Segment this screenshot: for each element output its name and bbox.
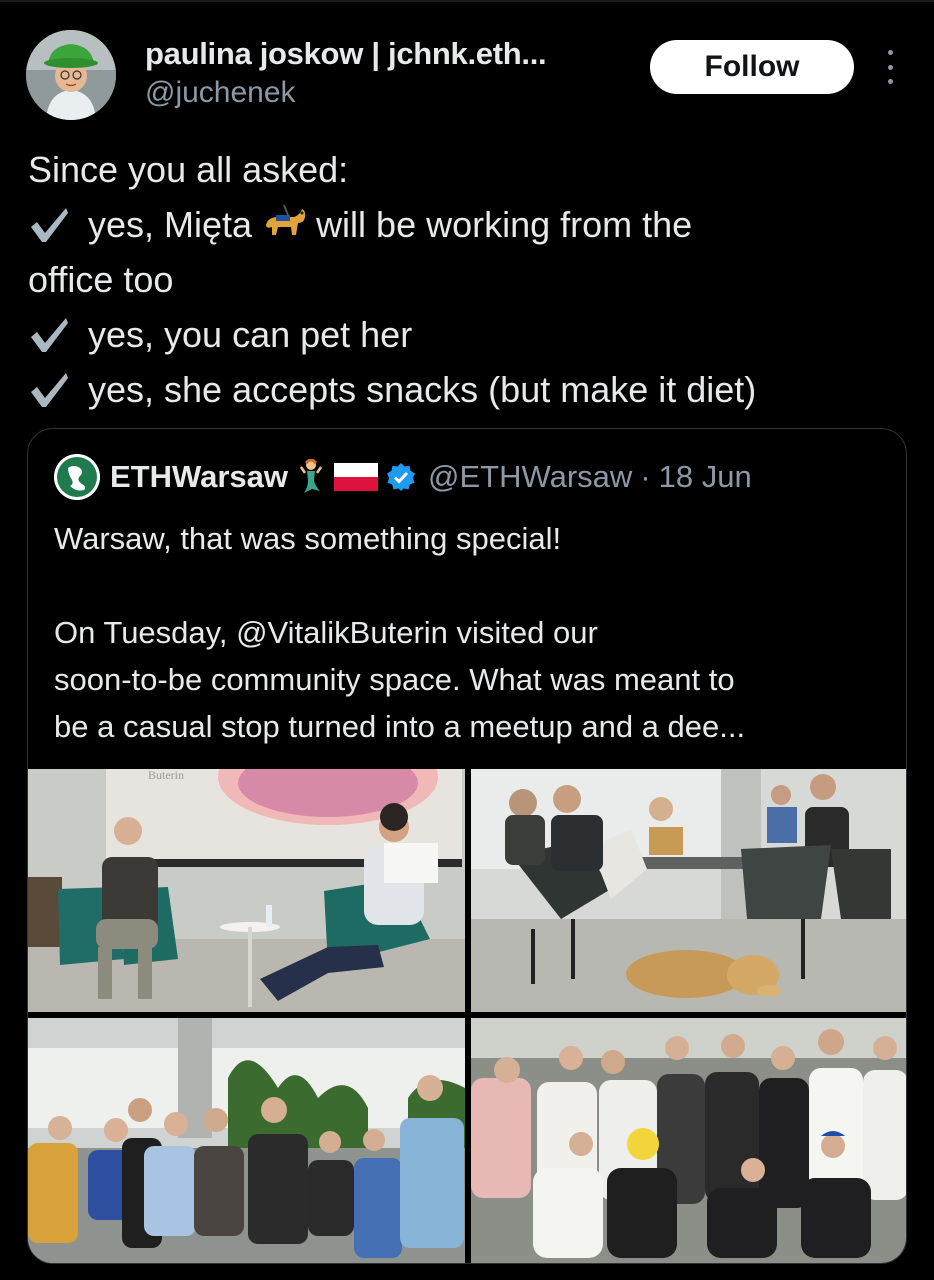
author-avatar[interactable] bbox=[26, 30, 116, 120]
quoted-tweet-header: ETHWarsaw @ETHWarsaw · 18 Jun bbox=[54, 454, 752, 500]
tweet-line-part: yes, you can pet her bbox=[88, 314, 413, 355]
tweet-line-part: will be working from the bbox=[316, 204, 693, 245]
tweet-line-part: yes, Mięta bbox=[88, 204, 253, 245]
verified-badge-icon bbox=[387, 463, 416, 491]
quoted-line: be a casual stop turned into a meetup an… bbox=[54, 709, 746, 744]
check-icon bbox=[31, 318, 68, 352]
tweet-line: yes, Mięta will be working from the bbox=[28, 197, 918, 252]
check-icon bbox=[31, 208, 68, 242]
photo-group-large[interactable] bbox=[471, 1018, 906, 1263]
photo-table-dog[interactable] bbox=[471, 769, 906, 1012]
quoted-line: On Tuesday, @VitalikButerin visited our bbox=[54, 615, 598, 650]
quoted-tweet[interactable]: ETHWarsaw @ETHWarsaw · 18 Jun Warsaw, th… bbox=[27, 428, 907, 1264]
screen-text: Buterin bbox=[148, 769, 184, 782]
quoted-line: Warsaw, that was something special! bbox=[54, 521, 562, 556]
quoted-author-name[interactable]: ETHWarsaw bbox=[110, 459, 288, 495]
top-divider bbox=[0, 0, 934, 2]
guide-dog-emoji bbox=[266, 204, 306, 235]
quoted-line: soon-to-be community space. What was mea… bbox=[54, 662, 735, 697]
quoted-tweet-text: Warsaw, that was something special! On T… bbox=[54, 515, 894, 750]
ethwarsaw-logo[interactable] bbox=[54, 454, 100, 500]
quoted-date[interactable]: 18 Jun bbox=[659, 459, 752, 495]
poland-flag-emoji bbox=[334, 463, 379, 491]
tweet-line: yes, she accepts snacks (but make it die… bbox=[28, 362, 918, 417]
quoted-author-handle[interactable]: @ETHWarsaw bbox=[428, 459, 632, 495]
photo-grid: Buterin bbox=[28, 769, 906, 1263]
tweet-line: Since you all asked: bbox=[28, 149, 349, 190]
more-dots-icon[interactable] bbox=[880, 50, 900, 84]
tweet-line-part: yes, she accepts snacks (but make it die… bbox=[88, 369, 757, 410]
check-icon bbox=[31, 373, 68, 407]
quoted-line bbox=[54, 562, 894, 609]
separator-dot: · bbox=[640, 459, 651, 494]
tweet-line: office too bbox=[28, 259, 174, 300]
mermaid-emoji bbox=[299, 459, 323, 493]
tweet-line: yes, you can pet her bbox=[28, 307, 918, 362]
tweet-text: Since you all asked: yes, Mięta will be … bbox=[28, 142, 918, 417]
author-name[interactable]: paulina joskow | jchnk.eth... bbox=[145, 36, 547, 72]
photo-talk[interactable]: Buterin bbox=[28, 769, 465, 1012]
follow-button[interactable]: Follow bbox=[650, 40, 854, 94]
photo-group-small[interactable] bbox=[28, 1018, 465, 1263]
author-handle[interactable]: @juchenek bbox=[145, 76, 296, 110]
